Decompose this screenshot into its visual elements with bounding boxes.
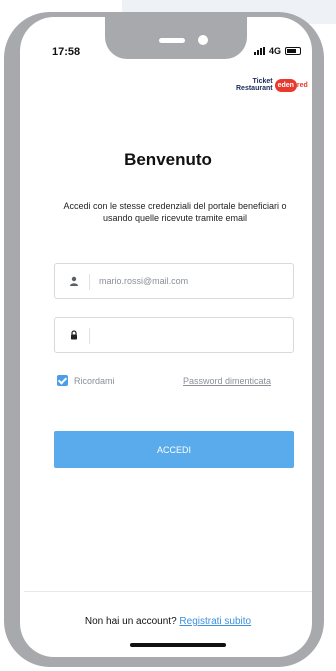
- logo-wordmark: Ticket Restaurant: [236, 78, 273, 92]
- phone-notch: [105, 17, 247, 59]
- logo-line-2: Restaurant: [236, 85, 273, 92]
- footer-divider: [24, 591, 312, 592]
- battery-icon: [285, 47, 302, 55]
- lock-icon: [71, 330, 77, 340]
- logo-line-1: Ticket: [252, 78, 273, 85]
- email-input[interactable]: [99, 273, 279, 289]
- brand-logo: Ticket Restaurant eden red: [236, 78, 308, 92]
- signup-prompt-text: Non hai un account?: [84, 616, 177, 627]
- signup-prompt: Non hai un account? Registrati subito: [0, 616, 336, 627]
- remember-label: Ricordami: [74, 375, 115, 386]
- password-input[interactable]: [99, 327, 279, 343]
- status-time: 17:58: [52, 46, 81, 58]
- register-link[interactable]: Registrati subito: [179, 616, 251, 627]
- home-indicator[interactable]: [130, 643, 226, 647]
- network-type: 4G: [269, 46, 282, 56]
- page-subtitle: Accedi con le stesse credenziali del por…: [63, 201, 287, 223]
- remember-me[interactable]: Ricordami: [57, 375, 115, 386]
- user-icon: [70, 276, 78, 286]
- login-button[interactable]: ACCEDI: [54, 431, 294, 468]
- status-indicators: 4G: [254, 46, 302, 56]
- camera-icon: [198, 35, 208, 45]
- password-field[interactable]: [54, 317, 294, 353]
- remember-checkbox[interactable]: [57, 375, 68, 386]
- signal-icon: [254, 47, 265, 55]
- field-divider: [89, 274, 90, 290]
- speaker-icon: [159, 38, 185, 43]
- page-title: Benvenuto: [124, 150, 212, 169]
- email-field[interactable]: [54, 263, 294, 299]
- field-divider: [89, 328, 90, 344]
- logo-badge: eden: [274, 78, 297, 92]
- forgot-password-link[interactable]: Password dimenticata: [183, 376, 271, 386]
- logo-suffix: red: [296, 81, 308, 89]
